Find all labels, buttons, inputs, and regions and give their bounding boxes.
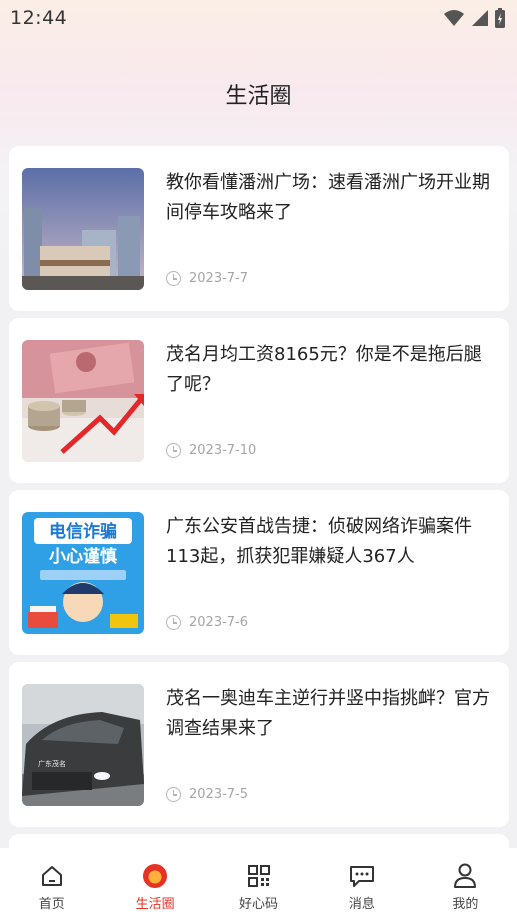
- message-icon: [349, 863, 375, 889]
- article-thumbnail-fraud: 电信诈骗 小心谨慎: [22, 512, 144, 634]
- wifi-icon: [444, 10, 464, 26]
- status-icons: [443, 8, 505, 28]
- tab-label: 首页: [38, 897, 65, 912]
- tab-life-circle[interactable]: 生活圈: [103, 848, 206, 920]
- profile-icon: [452, 863, 478, 889]
- tab-label: 生活圈: [135, 897, 175, 912]
- article-card[interactable]: 教你看懂潘洲广场：速看潘洲广场开业期间停车攻略来了 2023-7-7: [9, 146, 509, 311]
- life-circle-icon: [142, 863, 168, 889]
- tab-label: 消息: [348, 897, 375, 912]
- cell-signal-icon: [472, 10, 488, 26]
- page-title: 生活圈: [225, 84, 292, 109]
- article-date-text: 2023-7-6: [189, 615, 249, 630]
- article-thumbnail-plaza: [22, 168, 144, 290]
- article-title: 茂名一奥迪车主逆行并竖中指挑衅？官方调查结果来了: [166, 688, 490, 739]
- article-thumbnail-car: 广东茂名: [22, 684, 144, 806]
- battery-icon: [495, 8, 505, 28]
- status-bar: 12:44: [0, 0, 517, 36]
- fraud-sign-line2: 小心谨慎: [49, 546, 117, 567]
- article-card[interactable]: 广东茂名 茂名一奥迪车主逆行并竖中指挑衅？官方调查结果来了 2023-7-5: [9, 662, 509, 827]
- clock-icon: [166, 615, 181, 630]
- tab-label: 我的: [452, 897, 479, 912]
- home-icon: [39, 863, 65, 889]
- article-card[interactable]: 茂名月均工资8165元？你是不是拖后腿了呢？ 2023-7-10: [9, 318, 509, 483]
- bottom-tab-bar: 首页 生活圈 好心码 消息 我的: [0, 848, 517, 920]
- article-date-text: 2023-7-10: [189, 443, 257, 458]
- tab-qr-code[interactable]: 好心码: [207, 848, 310, 920]
- clock-icon: [166, 443, 181, 458]
- status-time: 12:44: [10, 7, 68, 29]
- article-date: 2023-7-10: [166, 443, 256, 458]
- article-title: 茂名月均工资8165元？你是不是拖后腿了呢？: [166, 344, 482, 395]
- article-feed: 教你看懂潘洲广场：速看潘洲广场开业期间停车攻略来了 2023-7-7 茂名月均工…: [9, 146, 509, 871]
- tab-profile[interactable]: 我的: [414, 848, 517, 920]
- qr-code-icon: [246, 863, 272, 889]
- article-date: 2023-7-5: [166, 787, 248, 802]
- tab-home[interactable]: 首页: [0, 848, 103, 920]
- article-date: 2023-7-7: [166, 271, 248, 286]
- clock-icon: [166, 787, 181, 802]
- tab-label: 好心码: [239, 897, 279, 912]
- tab-messages[interactable]: 消息: [310, 848, 413, 920]
- article-title: 广东公安首战告捷：侦破网络诈骗案件113起，抓获犯罪嫌疑人367人: [166, 516, 472, 567]
- car-plate-text: 广东茂名: [38, 759, 66, 768]
- article-date-text: 2023-7-5: [189, 787, 249, 802]
- article-date-text: 2023-7-7: [189, 271, 249, 286]
- article-title: 教你看懂潘洲广场：速看潘洲广场开业期间停车攻略来了: [166, 172, 490, 223]
- clock-icon: [166, 271, 181, 286]
- article-thumbnail-salary: [22, 340, 144, 462]
- article-card[interactable]: 电信诈骗 小心谨慎 广东公安首战告捷：侦破网络诈骗案件113起，抓获犯罪嫌疑人3…: [9, 490, 509, 655]
- fraud-sign-line1: 电信诈骗: [49, 521, 117, 542]
- article-date: 2023-7-6: [166, 615, 248, 630]
